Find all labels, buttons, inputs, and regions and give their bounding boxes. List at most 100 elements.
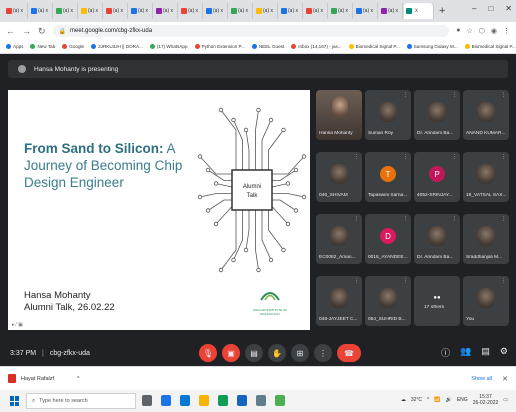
participant-photo [477,288,495,308]
bookmark-item[interactable]: Google [62,44,84,49]
browser-tab[interactable]: (a) x [304,3,328,19]
tray-chevron-icon[interactable]: ^ [427,397,429,403]
mail-icon[interactable] [237,395,247,406]
new-tab-button[interactable]: + [439,5,445,17]
address-bar[interactable]: 🔒 meet.google.com/cbg-zfkx-uda [52,25,450,37]
bookmark-item[interactable]: (17) WhatsApp [149,44,188,49]
browser-tab[interactable]: (a) x [379,3,403,19]
menu-icon[interactable]: ⋮ [503,27,510,35]
bookmark-item[interactable]: Biomedical Signal P... [464,44,516,49]
bookmark-favicon-icon [291,44,297,49]
participant-tile[interactable]: ⋮ Sraddhanjali M... [463,214,509,264]
browser-tab[interactable]: (a) x [129,3,153,19]
store-icon[interactable] [218,395,228,406]
browser-tab[interactable]: (a) x [29,3,53,19]
weather-icon[interactable]: ☁ [401,397,406,403]
bookmark-item[interactable]: Python Extension P... [194,44,245,49]
file-explorer-icon[interactable] [199,395,209,406]
edge-icon[interactable] [180,395,190,406]
app-icon[interactable] [275,395,285,406]
chat-icon[interactable]: ▤ [481,346,490,359]
activities-icon[interactable]: ⚙ [500,346,508,359]
download-chevron[interactable]: ^ [77,376,80,382]
participant-tile[interactable]: ⋮ ANAND KUMAR... [463,90,509,140]
end-call-button[interactable]: ☎ [337,344,361,362]
volume-icon[interactable]: 🔊 [446,397,452,403]
present-icon[interactable]: ⊞ [291,344,309,362]
bookmark-label: Biomedical Signal P... [471,44,516,49]
bookmark-item[interactable]: NEEL Guest [251,44,284,49]
tab-close-icon[interactable]: x [415,8,418,14]
bookmark-item[interactable]: New Tab [30,44,55,49]
language-indicator[interactable]: ENG [457,397,468,403]
browser-tab[interactable]: (a) x [279,3,303,19]
participant-tile[interactable]: Hansa Mohanty [316,90,362,140]
bookmark-item[interactable]: Apps [6,44,23,49]
participant-tile[interactable]: ⋮ 046_SHIVAM [316,152,362,202]
settings-icon[interactable] [256,395,266,406]
taskbar-search-box[interactable]: ⌕ Type here to search [26,393,136,409]
camera-off-icon[interactable]: ▣ [222,344,240,362]
bookmark-item[interactable]: Inbox (14,167) - jas... [291,44,342,49]
browser-tab[interactable]: (a) x [229,3,253,19]
participant-tile[interactable]: ⋮ P 4052-SRINJAY... [414,152,460,202]
profile-icon[interactable]: ◉ [491,27,497,35]
minimize-button[interactable]: – [472,4,476,13]
task-view-icon[interactable] [142,395,152,406]
network-icon[interactable]: 📶 [434,397,440,403]
participant-photo [477,226,495,246]
bookmark-item[interactable]: Biomedical Signal P... [348,44,400,49]
participant-tile[interactable]: ●● 17 others [414,276,460,326]
participant-tile[interactable]: ⋮ Suman Roy [365,90,411,140]
participant-tile[interactable]: ⋮ 048-JAYJEET C... [316,276,362,326]
weather-temp[interactable]: 32°C [411,397,422,403]
browser-tab[interactable]: (a) x [154,3,178,19]
browser-tab[interactable]: (a) x [4,3,28,19]
notification-icon[interactable]: ▭ [503,397,508,403]
reload-icon[interactable]: ↻ [38,26,46,37]
bookmark-item[interactable]: 2JRKU3JH || DORA... [91,44,143,49]
show-all-link[interactable]: Show all [471,376,492,382]
close-downloads-icon[interactable]: ✕ [502,375,508,383]
camera-indicator-icon[interactable]: ● [456,27,460,35]
extensions-icon[interactable]: ⬡ [479,27,485,35]
captions-icon[interactable]: ▤ [245,344,263,362]
back-icon[interactable]: ← [6,26,15,36]
taskbar-clock[interactable]: 15:37 26-02-2022 [473,394,499,406]
participant-tile[interactable]: ⋮ D 0016_AYANDEE... [365,214,411,264]
browser-tab[interactable]: (a) x [104,3,128,19]
browser-tab[interactable]: (a) x [79,3,103,19]
participant-tile[interactable]: ⋮ 19_VATSAL SAX... [463,152,509,202]
participant-tile[interactable]: ⋮ EC0062_Aman... [316,214,362,264]
slide-title: From Sand to Silicon: A Journey of Becom… [24,140,214,191]
mic-off-icon[interactable]: 🎙 [199,344,217,362]
participant-tile[interactable]: ⋮ You [463,276,509,326]
forward-icon[interactable]: → [22,26,31,36]
more-options-icon[interactable]: ⋮ [314,344,332,362]
participant-tile[interactable]: ⋮ T Tapaswini Sarna... [365,152,411,202]
browser-tab[interactable]: (a) x [179,3,203,19]
bookmark-item[interactable]: Samsung Galaxy M... [406,44,458,49]
browser-tab[interactable]: (a) x [329,3,353,19]
logo-text: SILIGURI INSTITUTE OF TECHNOLOGY [252,308,288,316]
browser-tab[interactable]: (a) x [354,3,378,19]
bookmark-star-icon[interactable]: ☆ [466,27,472,35]
participant-tile[interactable]: ⋮ Dr. Arindam Ba... [414,90,460,140]
participant-tile[interactable]: ⋮ 054_SUHRID B... [365,276,411,326]
browser-tab[interactable]: (a) x [254,3,278,19]
maximize-button[interactable]: □ [488,4,493,13]
active-browser-tab[interactable]: x [404,3,434,19]
close-window-button[interactable]: ✕ [505,4,512,13]
download-file-name[interactable]: Hayat Rafalzf [21,376,54,382]
chrome-icon[interactable] [161,395,171,406]
tab-strip: (a) x (a) x (a) x (a) x (a) x (a) x (a) x (a) x… [0,0,516,22]
browser-tab[interactable]: (a) x [204,3,228,19]
participant-tile[interactable]: ⋮ Dr. Arindam Ba... [414,214,460,264]
raise-hand-icon[interactable]: ✋ [268,344,286,362]
clock-date: 26-02-2022 [472,400,499,406]
windows-start-icon[interactable] [10,396,20,406]
slide-presenter-name: Hansa Mohanty [24,290,91,301]
people-icon[interactable]: 👥 [460,346,471,359]
meeting-details-icon[interactable]: ⓘ [441,346,450,359]
browser-tab[interactable]: (a) x [54,3,78,19]
